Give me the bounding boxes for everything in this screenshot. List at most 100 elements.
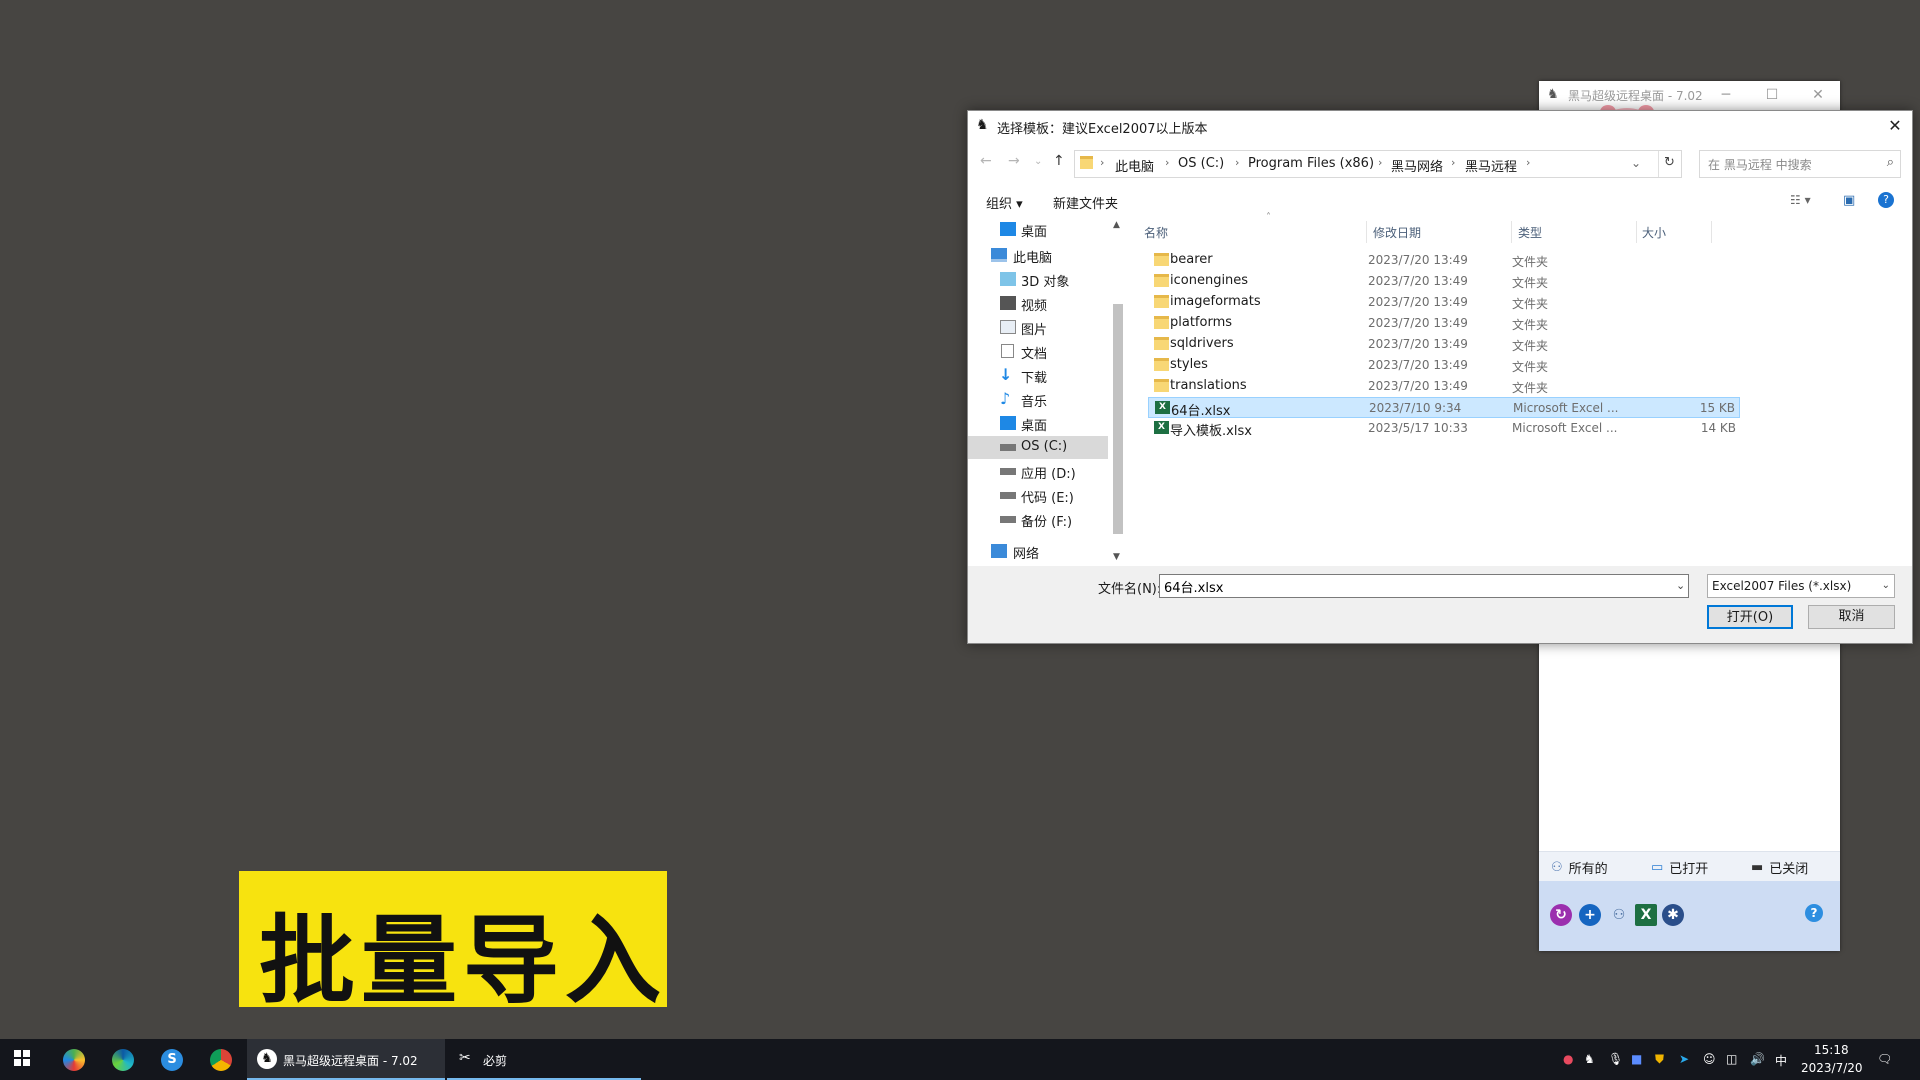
nav-item-desktop-2[interactable]: 桌面 [968,412,1108,435]
file-type: 文件夹 [1512,255,1549,269]
nav-item-label: 此电脑 [1013,251,1053,266]
tab-all[interactable]: ⚇ 所有的 [1551,858,1608,877]
nav-item-pictures[interactable]: 图片 [968,316,1108,339]
telegram-icon[interactable]: ➤ [1679,1052,1689,1066]
microphone-icon[interactable]: 🎙 [1608,1052,1623,1066]
file-row[interactable]: X 导入模板.xlsx 2023/5/17 10:33 Microsoft Excel… [1148,418,1740,439]
network-icon[interactable]: ⚇ [1608,904,1630,926]
column-header-name[interactable]: 名称 [1144,224,1168,241]
column-header-date[interactable]: 修改日期 [1373,224,1421,241]
volume-icon[interactable]: 🔊 [1750,1052,1765,1066]
chevron-down-icon: ⌄ [1881,580,1890,591]
address-bar[interactable]: › 此电脑 › OS (C:) › Program Files (x86) › … [1074,150,1682,178]
file-row[interactable]: translations 2023/7/20 13:49 文件夹 [1148,376,1740,397]
nav-item-os-c[interactable]: OS (C:) [968,436,1108,459]
file-row[interactable]: platforms 2023/7/20 13:49 文件夹 [1148,313,1740,334]
maximize-icon[interactable]: ☐ [1760,85,1784,105]
folder-icon [1154,295,1169,308]
help-icon[interactable]: ? [1878,192,1894,208]
view-options-icon[interactable]: ☷ ▾ [1790,193,1811,207]
filename-dropdown-icon[interactable]: ⌄ [1676,579,1685,592]
breadcrumb-program-files[interactable]: Program Files (x86) [1248,156,1374,171]
filename-input[interactable] [1159,574,1689,598]
add-icon[interactable]: + [1579,904,1601,926]
refresh-icon[interactable]: ↻ [1550,904,1572,926]
network-icon [991,544,1007,558]
scroll-down-icon[interactable]: ▼ [1113,552,1120,562]
recent-dropdown-icon[interactable]: ⌄ [1034,156,1042,167]
nav-item-drive-f[interactable]: 备份 (F:) [968,508,1108,531]
history-dropdown-icon[interactable]: ⌄ [1631,156,1641,170]
drive-icon [1000,492,1016,499]
tab-opened-label: 已打开 [1669,862,1709,877]
file-name: styles [1170,357,1208,372]
open-button[interactable]: 打开(O) [1707,605,1793,629]
taskbar-app-bijian[interactable]: ✂ 必剪 [447,1039,641,1080]
nav-item-network[interactable]: 网络 [968,540,1108,563]
nav-item-videos[interactable]: 视频 [968,292,1108,315]
ime-indicator[interactable]: 中 [1775,1052,1787,1069]
file-type-filter[interactable]: Excel2007 Files (*.xlsx) ⌄ [1707,574,1895,598]
excel-file-icon: X [1155,401,1170,414]
file-row[interactable]: bearer 2023/7/20 13:49 文件夹 [1148,250,1740,271]
scrollbar-thumb[interactable] [1113,304,1123,534]
folder-icon [1154,358,1169,371]
dialog-titlebar[interactable]: ♞ 选择模板：建议Excel2007以上版本 ✕ [968,111,1912,141]
windows-start-icon[interactable] [14,1050,30,1066]
preview-pane-icon[interactable]: ▣ [1843,193,1855,208]
nav-item-desktop[interactable]: 桌面 [968,218,1108,241]
nav-item-3d-objects[interactable]: 3D 对象 [968,268,1108,291]
background-app-titlebar[interactable]: ♞ 黑马超级远程桌面 - 7.02 ─ ☐ ✕ [1539,81,1840,111]
breadcrumb-this-pc[interactable]: 此电脑 [1115,156,1154,175]
breadcrumb-heima-remote[interactable]: 黑马远程 [1465,156,1517,175]
chrome-icon[interactable] [210,1049,232,1071]
back-arrow-icon[interactable]: ← [980,153,992,169]
clock-date[interactable]: 2023/7/20 [1801,1061,1863,1075]
breadcrumb-heima-network[interactable]: 黑马网络 [1391,156,1443,175]
browser-360-icon[interactable] [63,1049,85,1071]
shield-icon[interactable]: ⛊ [1655,1052,1664,1067]
search-icon[interactable]: ⌕ [1887,155,1894,170]
user-icon[interactable]: ☺ [1703,1052,1716,1066]
scroll-up-icon[interactable]: ▲ [1113,220,1120,230]
taskbar-app-heima[interactable]: ♞ 黑马超级远程桌面 - 7.02 [247,1039,445,1080]
minimize-icon[interactable]: ─ [1714,85,1738,105]
edge-icon[interactable] [112,1049,134,1071]
nav-item-drive-e[interactable]: 代码 (E:) [968,484,1108,507]
up-arrow-icon[interactable]: ↑ [1053,153,1065,169]
app-tray-icon[interactable]: ■ [1631,1052,1642,1066]
wifi-icon[interactable]: ◫ [1726,1052,1737,1066]
breadcrumb-os-c[interactable]: OS (C:) [1178,156,1224,171]
close-icon[interactable]: ✕ [1884,115,1906,137]
tab-opened[interactable]: ▭ 已打开 [1651,858,1708,877]
help-icon[interactable]: ? [1805,904,1823,922]
nav-item-music[interactable]: ♪ 音乐 [968,388,1108,411]
record-icon[interactable]: ● [1563,1052,1573,1066]
notification-icon[interactable]: 🗨 [1877,1052,1892,1066]
file-row[interactable]: sqldrivers 2023/7/20 13:49 文件夹 [1148,334,1740,355]
column-header-type[interactable]: 类型 [1518,224,1542,241]
clock-time[interactable]: 15:18 [1814,1043,1849,1057]
horse-logo-icon[interactable]: ♞ [1584,1052,1595,1066]
excel-icon[interactable]: X [1635,904,1657,926]
organize-button[interactable]: 组织 ▾ [986,193,1023,212]
settings-icon[interactable]: ✱ [1662,904,1684,926]
nav-item-documents[interactable]: 文档 [968,340,1108,363]
new-folder-button[interactable]: 新建文件夹 [1053,193,1118,212]
file-row[interactable]: iconengines 2023/7/20 13:49 文件夹 [1148,271,1740,292]
nav-item-drive-d[interactable]: 应用 (D:) [968,460,1108,483]
file-row[interactable]: X 64台.xlsx 2023/7/10 9:34 Microsoft Excel .… [1148,397,1740,419]
refresh-icon[interactable]: ↻ [1664,155,1675,170]
search-box[interactable]: 在 黑马远程 中搜索 ⌕ [1699,150,1901,178]
file-row[interactable]: imageformats 2023/7/20 13:49 文件夹 [1148,292,1740,313]
cancel-button[interactable]: 取消 [1808,605,1895,629]
column-header-size[interactable]: 大小 [1642,224,1666,241]
sogou-icon[interactable]: S [161,1049,183,1071]
close-icon[interactable]: ✕ [1806,85,1830,105]
nav-item-downloads[interactable]: ↓ 下载 [968,364,1108,387]
forward-arrow-icon[interactable]: → [1008,153,1020,169]
navigation-scrollbar[interactable]: ▲ ▼ [1110,218,1125,566]
file-row[interactable]: styles 2023/7/20 13:49 文件夹 [1148,355,1740,376]
tab-closed[interactable]: ▬ 已关闭 [1751,858,1808,877]
nav-item-this-pc[interactable]: 此电脑 [968,244,1108,267]
